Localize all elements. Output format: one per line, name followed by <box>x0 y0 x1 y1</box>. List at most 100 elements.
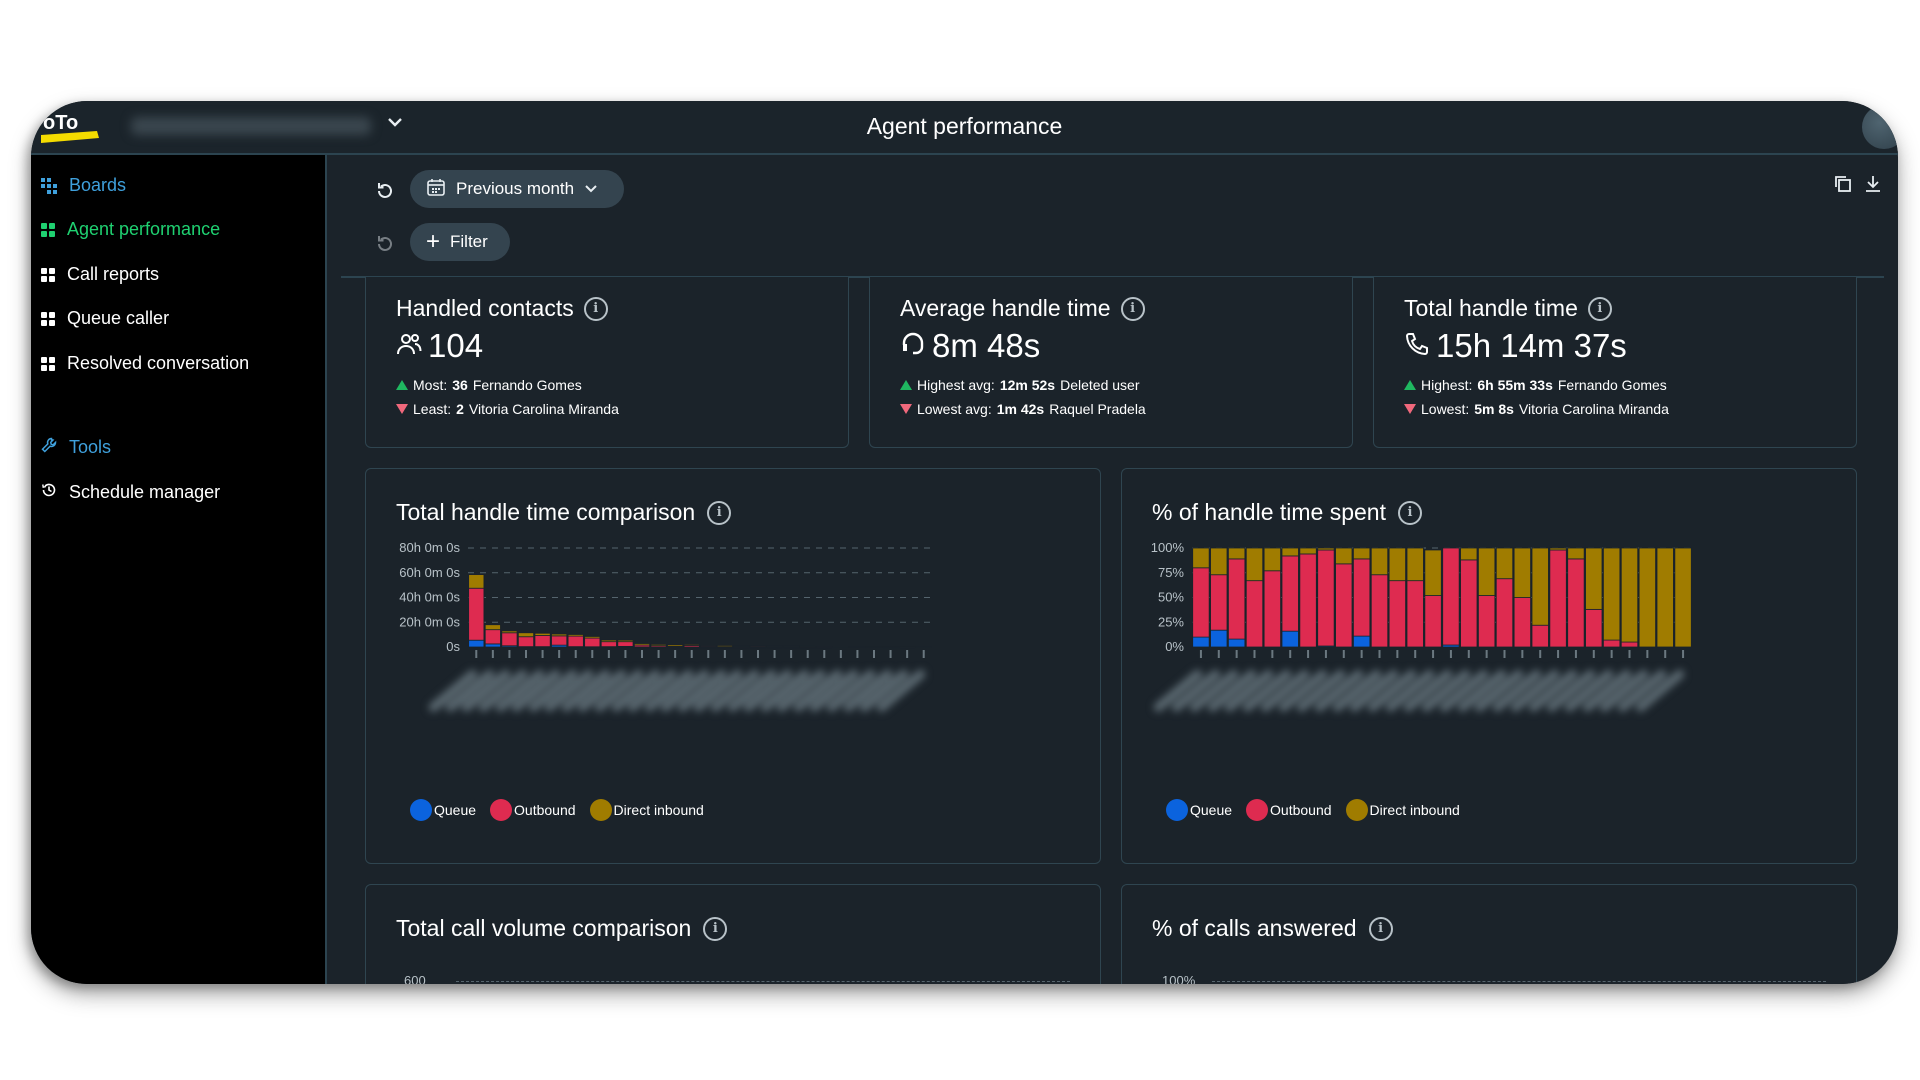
page-title: Agent performance <box>866 113 1063 139</box>
legend-swatch <box>1166 799 1188 821</box>
info-icon[interactable]: i <box>1587 296 1612 321</box>
kpi-high-name: Fernando Gomes <box>1557 377 1667 393</box>
y-tick-label: 20h 0m 0s <box>399 614 460 629</box>
kpi-card-handled-contacts: Handled contacts i 104 Most: 36 Fernando Go… <box>365 277 849 448</box>
legend-item-direct-inbound[interactable]: Direct inbound <box>1345 799 1460 821</box>
bar-segment-direct-inbound <box>915 646 932 648</box>
bar-segment-direct-inbound <box>799 645 816 648</box>
bar-segment-direct-inbound <box>600 639 617 643</box>
sidebar-section-boards[interactable]: Boards <box>41 175 126 196</box>
chart-total-handle-time: 0s 20h 0m 0s 40h 0m 0s 60h 0m 0s 80h 0m 0s <box>399 540 932 658</box>
legend-item-direct-inbound[interactable]: Direct inbound <box>589 799 704 821</box>
info-icon[interactable]: i <box>583 296 608 321</box>
bar-segment-direct-inbound <box>1406 547 1424 582</box>
legend-item-outbound[interactable]: Outbound <box>1246 799 1332 821</box>
trend-up-icon <box>900 380 912 390</box>
kpi-low-name: Vitoria Carolina Miranda <box>468 401 619 417</box>
bar-segment-direct-inbound <box>766 645 783 648</box>
bar-segment-direct-inbound <box>1656 547 1674 648</box>
chart-legend: Queue Outbound Direct inbound <box>1166 799 1460 821</box>
refresh-icon[interactable] <box>375 181 395 207</box>
legend-item-queue[interactable]: Queue <box>1166 799 1232 821</box>
bar-segment-direct-inbound <box>468 574 485 589</box>
sidebar-item-queue-caller[interactable]: Queue caller <box>41 308 169 329</box>
chevron-down-icon <box>584 179 598 199</box>
boards-grid-icon <box>41 177 57 194</box>
dashboard-icon <box>41 267 55 282</box>
app-window: oTo Agent performance Boards Agent perfo… <box>31 101 1898 984</box>
bar-segment-outbound <box>551 635 568 646</box>
gridline <box>1212 981 1826 982</box>
legend-item-queue[interactable]: Queue <box>410 799 476 821</box>
bar-segment-direct-inbound <box>1531 547 1549 626</box>
bar-segment-direct-inbound <box>567 634 584 637</box>
bar-segment-direct-inbound <box>1245 547 1264 582</box>
info-icon[interactable]: i <box>1368 916 1393 941</box>
kpi-high-value: 36 <box>452 377 468 393</box>
bar-segment-queue <box>1192 636 1210 648</box>
y-tick-label: 0s <box>446 639 460 654</box>
kpi-low-name: Vitoria Carolina Miranda <box>1518 401 1669 417</box>
bar-segment-outbound <box>617 641 634 647</box>
bar-segment-outbound <box>1549 549 1567 648</box>
bar-segment-outbound <box>1192 567 1210 638</box>
copy-icon[interactable] <box>1834 175 1852 199</box>
user-avatar[interactable] <box>1862 105 1898 149</box>
legend-label: Queue <box>434 802 477 818</box>
info-icon[interactable]: i <box>1120 296 1145 321</box>
bar-segment-direct-inbound <box>899 646 916 648</box>
bar-segment-outbound <box>1460 559 1478 648</box>
bar-segment-direct-inbound <box>1228 547 1246 560</box>
bar-segment-outbound <box>534 635 551 648</box>
sidebar-item-call-reports[interactable]: Call reports <box>41 264 159 285</box>
sidebar-item-schedule-manager[interactable]: Schedule manager <box>41 482 220 503</box>
bar-segment-direct-inbound <box>551 633 568 637</box>
bar-segment-direct-inbound <box>683 644 700 646</box>
bar-segment-outbound <box>1245 580 1264 648</box>
kpi-title: Average handle time <box>900 295 1111 321</box>
add-filter-button[interactable]: + Filter <box>410 223 510 261</box>
sidebar-item-label: Resolved conversation <box>67 353 250 373</box>
kpi-high-value: 12m 52s <box>999 377 1056 393</box>
legend-swatch <box>410 799 432 821</box>
bar-segment-direct-inbound <box>1513 547 1531 598</box>
bar-segment-direct-inbound <box>1567 547 1585 560</box>
legend-swatch <box>1246 799 1269 821</box>
bar-segment-outbound <box>1567 558 1585 648</box>
sidebar-item-agent-performance[interactable]: Agent performance <box>41 219 220 240</box>
bar-segment-queue <box>484 643 501 648</box>
download-icon[interactable] <box>1864 175 1882 199</box>
chart-legend: Queue Outbound Direct inbound <box>410 799 704 821</box>
bar-segment-queue <box>1353 635 1371 648</box>
legend-item-outbound[interactable]: Outbound <box>490 799 576 821</box>
y-tick-label: 60h 0m 0s <box>399 565 460 580</box>
bar-segment-outbound <box>517 636 535 648</box>
bar-segment-outbound <box>1585 608 1603 648</box>
sidebar-item-label: Schedule manager <box>69 482 221 502</box>
reset-filters-icon[interactable] <box>375 234 395 260</box>
wrench-icon <box>41 437 57 458</box>
dashboard-icon <box>41 222 55 237</box>
bar-segment-direct-inbound <box>1281 547 1299 557</box>
bar-segment-direct-inbound <box>1210 547 1228 576</box>
calendar-icon <box>426 177 446 202</box>
bar-segment-outbound <box>1317 549 1335 647</box>
info-icon[interactable]: i <box>703 916 728 941</box>
chart-card-percent-calls-answered: % of calls answered i 100% <box>1121 884 1857 984</box>
legend-swatch <box>1345 799 1368 821</box>
chart-title: % of calls answered <box>1152 915 1357 941</box>
date-range-dropdown[interactable]: Previous month <box>410 170 624 208</box>
y-tick-label: 80h 0m 0s <box>399 540 460 555</box>
bar-segment-direct-inbound <box>816 646 833 648</box>
bar-segment-direct-inbound <box>700 645 717 647</box>
bar-segment-outbound <box>600 641 617 648</box>
plus-icon: + <box>426 228 441 255</box>
kpi-high-label: Most: <box>413 377 448 393</box>
sidebar-item-resolved-conversation[interactable]: Resolved conversation <box>41 353 249 374</box>
blurred-agent-labels <box>1152 661 1692 721</box>
legend-swatch <box>589 799 612 821</box>
bar-segment-direct-inbound <box>1192 547 1210 569</box>
bar-segment-direct-inbound <box>517 632 535 638</box>
bar-segment-direct-inbound <box>1603 547 1621 641</box>
sidebar-section-tools[interactable]: Tools <box>41 437 111 458</box>
